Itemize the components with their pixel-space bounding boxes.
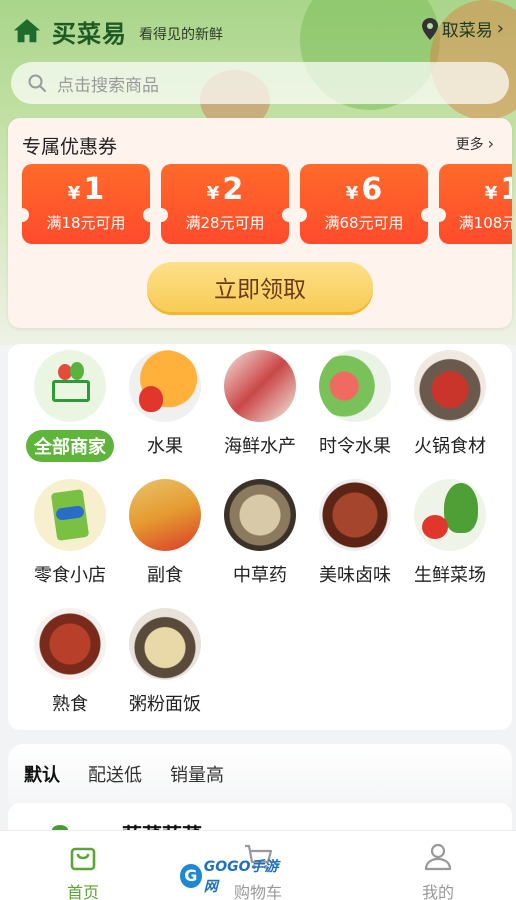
coupon-condition: 满68元可用 bbox=[324, 214, 404, 232]
coupon-item[interactable]: ¥1 满108元可用 bbox=[432, 164, 512, 244]
coupon-amount: 1 bbox=[83, 172, 105, 207]
coupon-section: 专属优惠券 更多 › ¥1 满18元可用 ¥2 满28元可用 ¥6 满68元可用 … bbox=[8, 118, 512, 328]
category-hotpot[interactable]: 火锅食材 bbox=[402, 350, 498, 458]
home-icon[interactable] bbox=[12, 16, 42, 46]
category-label: 海鲜水产 bbox=[224, 436, 296, 457]
category-snacks[interactable]: 零食小店 bbox=[22, 479, 118, 587]
location-label: 取菜易 bbox=[441, 21, 493, 41]
roast-meat-image bbox=[34, 608, 106, 680]
coupon-amount: 2 bbox=[222, 172, 244, 207]
groceries-image bbox=[129, 479, 201, 551]
guava-image bbox=[319, 350, 391, 422]
category-seafood[interactable]: 海鲜水产 bbox=[212, 350, 308, 458]
watermark-logo: G GOGO手游网 bbox=[180, 859, 284, 895]
category-label: 粥粉面饭 bbox=[129, 694, 201, 715]
coupon-item[interactable]: ¥2 满28元可用 bbox=[154, 164, 296, 244]
category-label: 生鲜菜场 bbox=[414, 565, 486, 586]
category-seasonal-fruit[interactable]: 时令水果 bbox=[307, 350, 403, 458]
category-label: 美味卤味 bbox=[319, 565, 391, 586]
category-cooked-food[interactable]: 熟食 bbox=[22, 608, 118, 716]
location-pin-icon bbox=[421, 17, 438, 40]
category-grid: 全部商家 水果 海鲜水产 时令水果 火锅食材 零食小店 副食 中草药 美味卤味 bbox=[8, 344, 512, 730]
noodles-image bbox=[129, 608, 201, 680]
hotpot-image bbox=[414, 350, 486, 422]
coupon-condition: 满28元可用 bbox=[185, 214, 265, 232]
tab-home[interactable]: 首页 bbox=[33, 841, 133, 900]
currency-symbol: ¥ bbox=[67, 183, 81, 204]
bag-icon bbox=[70, 847, 96, 871]
tab-label: 首页 bbox=[66, 883, 99, 900]
search-placeholder: 点击搜索商品 bbox=[57, 75, 159, 96]
herbs-image bbox=[224, 479, 296, 551]
category-label: 熟食 bbox=[52, 694, 88, 715]
watermark-g-icon: G bbox=[180, 864, 202, 888]
category-label: 全部商家 bbox=[26, 430, 114, 462]
sort-tabs: 默认 配送低 销量高 bbox=[8, 744, 512, 804]
watermark-text: GOGO手游网 bbox=[203, 859, 279, 895]
tab-profile[interactable]: 我的 bbox=[388, 841, 488, 900]
category-fruit[interactable]: 水果 bbox=[117, 350, 213, 458]
currency-symbol: ¥ bbox=[206, 183, 220, 204]
tab-label: 我的 bbox=[421, 883, 454, 900]
coupon-amount: 6 bbox=[361, 172, 383, 207]
coupon-condition: 满18元可用 bbox=[46, 214, 126, 232]
category-label: 火锅食材 bbox=[414, 436, 486, 457]
category-herbal-medicine[interactable]: 中草药 bbox=[212, 479, 308, 587]
category-label: 零食小店 bbox=[34, 565, 106, 586]
coupon-item[interactable]: ¥6 满68元可用 bbox=[293, 164, 435, 244]
category-braised-food[interactable]: 美味卤味 bbox=[307, 479, 403, 587]
sort-tab-default[interactable]: 默认 bbox=[24, 761, 60, 787]
coupon-amount: 1 bbox=[500, 172, 512, 207]
app-slogan: 看得见的新鲜 bbox=[139, 27, 223, 43]
fruit-image bbox=[129, 350, 201, 422]
coupon-section-title: 专属优惠券 bbox=[22, 136, 118, 158]
chevron-right-icon: › bbox=[487, 134, 494, 153]
search-icon bbox=[28, 74, 46, 92]
pickup-location-selector[interactable]: 取菜易 › bbox=[421, 16, 504, 41]
seafood-image bbox=[224, 350, 296, 422]
coupon-item[interactable]: ¥1 满18元可用 bbox=[22, 164, 157, 244]
category-label: 水果 bbox=[147, 436, 183, 457]
user-icon bbox=[424, 843, 452, 871]
category-label: 时令水果 bbox=[319, 436, 391, 457]
chips-image bbox=[34, 479, 106, 551]
sort-tab-low-delivery[interactable]: 配送低 bbox=[88, 761, 142, 787]
search-bar[interactable]: 点击搜索商品 bbox=[11, 62, 509, 104]
category-noodles-rice[interactable]: 粥粉面饭 bbox=[117, 608, 213, 716]
coupon-list: ¥1 满18元可用 ¥2 满28元可用 ¥6 满68元可用 ¥1 满108元可用 bbox=[22, 164, 512, 244]
braised-meat-image bbox=[319, 479, 391, 551]
sort-tab-top-sales[interactable]: 销量高 bbox=[170, 761, 224, 787]
category-groceries[interactable]: 副食 bbox=[117, 479, 213, 587]
coupon-more-link[interactable]: 更多 › bbox=[456, 134, 494, 154]
category-fresh-market[interactable]: 生鲜菜场 bbox=[402, 479, 498, 587]
category-label: 副食 bbox=[147, 565, 183, 586]
category-label: 中草药 bbox=[233, 565, 287, 586]
more-label: 更多 bbox=[455, 137, 484, 153]
claim-coupons-button[interactable]: 立即领取 bbox=[147, 262, 373, 312]
currency-symbol: ¥ bbox=[484, 183, 498, 204]
category-all-merchants[interactable]: 全部商家 bbox=[22, 350, 118, 462]
currency-symbol: ¥ bbox=[345, 183, 359, 204]
coupon-condition: 满108元可用 bbox=[458, 214, 512, 232]
app-brand: 买菜易 bbox=[52, 19, 127, 48]
vegetables-image bbox=[414, 479, 486, 551]
chevron-right-icon: › bbox=[496, 18, 504, 39]
shopping-cart-veggies-icon bbox=[34, 350, 106, 422]
